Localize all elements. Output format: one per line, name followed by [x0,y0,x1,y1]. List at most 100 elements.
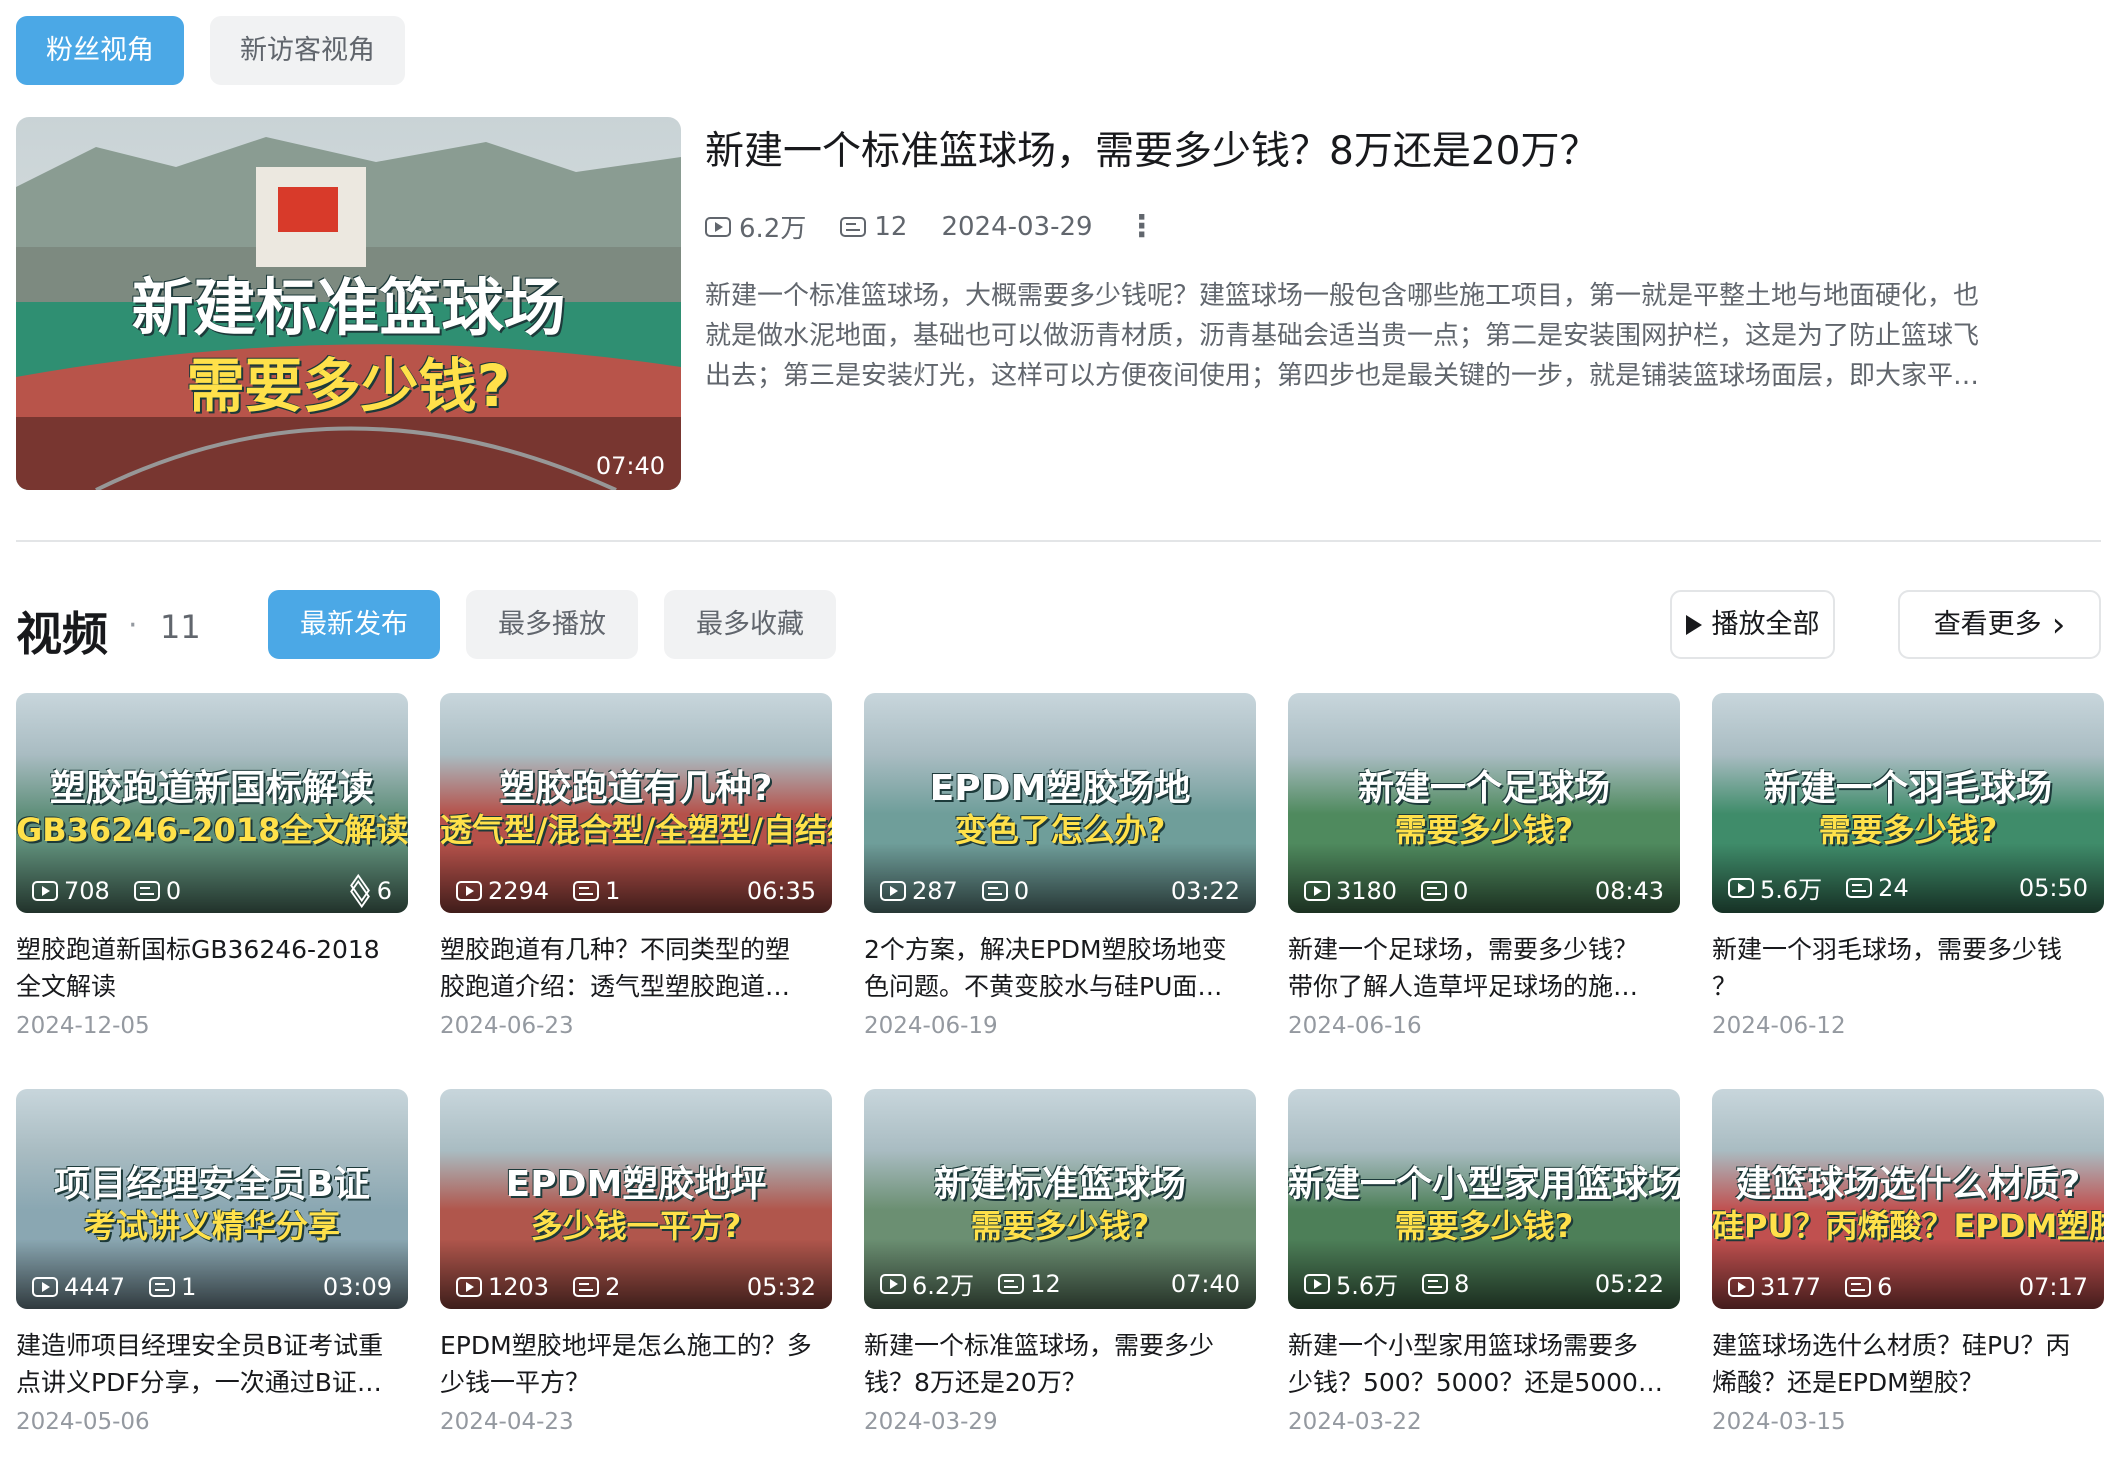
video-title[interactable]: 2个方案，解决EPDM塑胶场地变 色问题。不黄变胶水与硅PU面… [864,931,1256,1005]
video-card[interactable]: 新建一个足球场 需要多少钱? 3180 0 08:43 新建一个足球场，需要多少… [1288,693,1680,1039]
video-card[interactable]: EPDM塑胶场地 变色了怎么办? 287 0 03:22 2个方案，解决EPDM… [864,693,1256,1039]
more-options-icon[interactable]: ⋮ [1127,209,1157,244]
video-thumbnail[interactable]: 新建一个足球场 需要多少钱? 3180 0 08:43 [1288,693,1680,913]
video-title[interactable]: 新建一个小型家用篮球场需要多 少钱？500？5000？还是5000… [1288,1327,1680,1401]
video-thumbnail[interactable]: 新建标准篮球场 需要多少钱? 6.2万 12 07:40 [864,1089,1256,1309]
video-card[interactable]: 塑胶跑道新国标解读 GB36246-2018全文解读 708 0 6 塑胶跑道新… [16,693,408,1039]
play-count: 287 [912,877,958,905]
play-all-button[interactable]: 播放全部 [1670,590,1835,659]
video-thumbnail[interactable]: 新建一个小型家用篮球场 需要多少钱? 5.6万 8 05:22 [1288,1089,1680,1309]
video-title[interactable]: 新建一个足球场，需要多少钱？ 带你了解人造草坪足球场的施… [1288,931,1680,1005]
duration: 03:22 [1170,877,1240,905]
chevron-right-icon: › [2051,604,2066,645]
video-title[interactable]: 塑胶跑道有几种？不同类型的塑 胶跑道介绍：透气型塑胶跑道… [440,931,832,1005]
video-title-line: 钱？8万还是20万？ [864,1368,1087,1397]
thumb-stats: 6.2万 12 07:40 [880,1266,1240,1301]
video-card[interactable]: 项目经理安全员B证 考试讲义精华分享 4447 1 03:09 建造师项目经理安… [16,1089,408,1435]
thumb-stats: 3180 0 08:43 [1304,877,1664,905]
video-title[interactable]: 建造师项目经理安全员B证考试重 点讲义PDF分享，一次通过B证… [16,1327,408,1401]
tab-new-visitor-view[interactable]: 新访客视角 [210,16,405,85]
thumb-stats: 287 0 03:22 [880,877,1240,905]
collection-count: 6 [376,877,392,905]
play-count: 2294 [488,877,550,905]
video-title-line: 色问题。不黄变胶水与硅PU面… [864,972,1223,1001]
video-card[interactable]: 新建一个小型家用篮球场 需要多少钱? 5.6万 8 05:22 新建一个小型家用… [1288,1089,1680,1435]
danmaku-icon [1845,1277,1872,1297]
section-title: 视频 [16,607,108,661]
video-thumbnail[interactable]: EPDM塑胶场地 变色了怎么办? 287 0 03:22 [864,693,1256,913]
video-title-line: 新建一个标准篮球场，需要多少 [864,1331,1215,1360]
featured-plays: 6.2万 [739,214,807,244]
play-count: 3180 [1336,877,1398,905]
play-count: 3177 [1760,1273,1822,1301]
duration: 05:22 [1594,1269,1664,1298]
play-count-icon [32,881,58,901]
thumb-stats: 2294 1 06:35 [456,877,816,905]
danmaku-icon [998,1273,1025,1294]
video-card[interactable]: 新建标准篮球场 需要多少钱? 6.2万 12 07:40 新建一个标准篮球场，需… [864,1089,1256,1435]
video-title-line: 烯酸？还是EPDM塑胶？ [1712,1368,1984,1397]
video-thumbnail[interactable]: 塑胶跑道新国标解读 GB36246-2018全文解读 708 0 6 [16,693,408,913]
video-title-line: 新建一个小型家用篮球场需要多 [1288,1331,1639,1360]
play-count-icon [1304,1273,1330,1294]
video-card[interactable]: EPDM塑胶地坪 多少钱一平方? 1203 2 05:32 EPDM塑胶地坪是怎… [440,1089,832,1435]
featured-thumb-text-2: 需要多少钱? [186,352,511,420]
featured-duration: 07:40 [595,452,665,480]
play-all-label: 播放全部 [1711,609,1820,640]
danmaku-icon [1846,877,1873,898]
video-title[interactable]: EPDM塑胶地坪是怎么施工的？多 少钱一平方？ [440,1327,832,1401]
play-count-icon [456,1277,482,1297]
danmaku-icon [1421,881,1448,901]
sort-tab-latest[interactable]: 最新发布 [268,590,440,659]
featured-title[interactable]: 新建一个标准篮球场，需要多少钱？8万还是20万？ [705,120,1598,176]
duration: 05:50 [2018,873,2088,902]
danmaku-icon [573,1277,600,1297]
video-date: 2024-06-12 [1712,1013,1846,1039]
danmaku-icon [840,216,867,237]
thumb-caption-1: 新建一个羽毛球场 [1763,768,2052,809]
video-title[interactable]: 新建一个羽毛球场，需要多少钱 ？ [1712,931,2104,1005]
featured-desc-line: 出去；第三是安装灯光，这样可以方便夜间使用；第四步也是最关键的一步，就是铺装篮球… [705,361,1980,391]
video-count: 11 [160,608,201,646]
thumb-stats: 4447 1 03:09 [32,1273,392,1301]
thumb-caption-1: EPDM塑胶场地 [929,768,1191,809]
video-thumbnail[interactable]: 建篮球场选什么材质? 硅PU？丙烯酸？EPDM塑胶？ 3177 6 07:17 [1712,1089,2104,1309]
video-title[interactable]: 塑胶跑道新国标GB36246-2018 全文解读 [16,931,408,1005]
featured-thumbnail[interactable]: 新建标准篮球场 需要多少钱? 07:40 [16,117,681,490]
see-more-button[interactable]: 查看更多 › [1898,590,2101,659]
play-count: 4447 [64,1273,126,1301]
duration: 03:09 [322,1273,392,1301]
video-thumbnail[interactable]: 新建一个羽毛球场 需要多少钱? 5.6万 24 05:50 [1712,693,2104,913]
tab-fan-view[interactable]: 粉丝视角 [16,16,184,85]
video-thumbnail[interactable]: EPDM塑胶地坪 多少钱一平方? 1203 2 05:32 [440,1089,832,1309]
video-title-line: 2个方案，解决EPDM塑胶场地变 [864,935,1227,964]
video-title[interactable]: 建篮球场选什么材质？硅PU？丙 烯酸？还是EPDM塑胶？ [1712,1327,2104,1401]
thumb-caption-1: 塑胶跑道有几种? [499,768,773,809]
video-title-line: 塑胶跑道有几种？不同类型的塑 [440,935,791,964]
sort-tab-most-played[interactable]: 最多播放 [466,590,638,659]
video-title-line: 胶跑道介绍：透气型塑胶跑道… [440,972,791,1001]
video-card[interactable]: 塑胶跑道有几种? 透气型/混合型/全塑型/自结纹 2294 1 06:35 塑胶… [440,693,832,1039]
thumb-stats: 5.6万 24 05:50 [1728,870,2088,905]
thumb-caption-1: 新建一个足球场 [1357,768,1610,809]
featured-comments: 12 [874,211,908,242]
video-date: 2024-06-23 [440,1013,574,1039]
sort-tab-most-favorited[interactable]: 最多收藏 [664,590,836,659]
video-date: 2024-12-05 [16,1013,150,1039]
play-count-icon [880,881,906,901]
danmaku-count: 24 [1878,873,1909,902]
video-card[interactable]: 新建一个羽毛球场 需要多少钱? 5.6万 24 05:50 新建一个羽毛球场，需… [1712,693,2104,1039]
video-title-line: ？ [1712,972,1738,1001]
danmaku-count: 0 [165,877,182,905]
video-date: 2024-06-16 [1288,1013,1422,1039]
video-date: 2024-03-15 [1712,1409,1846,1435]
play-count: 708 [64,877,110,905]
video-thumbnail[interactable]: 项目经理安全员B证 考试讲义精华分享 4447 1 03:09 [16,1089,408,1309]
play-count-icon [880,1273,906,1294]
video-card[interactable]: 建篮球场选什么材质? 硅PU？丙烯酸？EPDM塑胶？ 3177 6 07:17 [1712,1089,2104,1435]
video-title[interactable]: 新建一个标准篮球场，需要多少 钱？8万还是20万？ [864,1327,1256,1401]
video-thumbnail[interactable]: 塑胶跑道有几种? 透气型/混合型/全塑型/自结纹 2294 1 06:35 [440,693,832,913]
video-title-line: 少钱？500？5000？还是5000… [1288,1368,1663,1397]
duration: 08:43 [1594,877,1664,905]
video-title-line: 建篮球场选什么材质？硅PU？丙 [1712,1331,2071,1360]
